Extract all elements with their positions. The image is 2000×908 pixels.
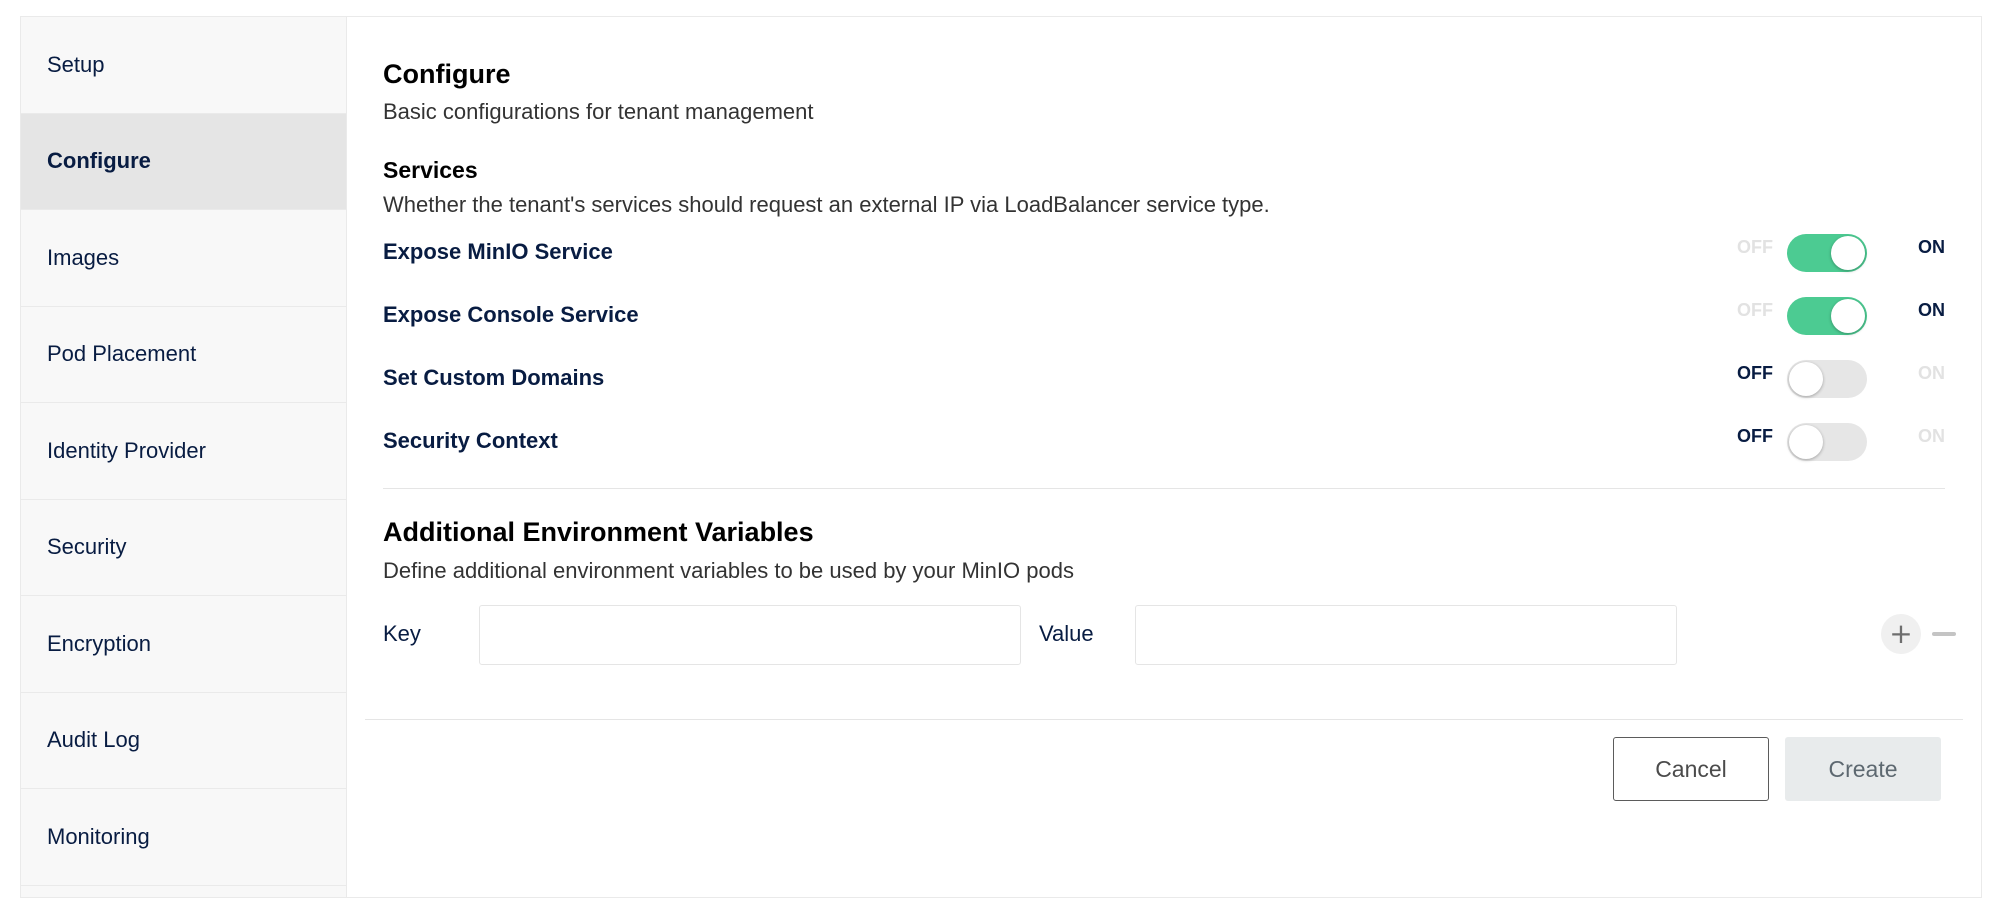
sidebar-item-label: Monitoring bbox=[47, 823, 150, 849]
toggle-on-label: ON bbox=[1918, 300, 1945, 320]
env-key-input[interactable] bbox=[479, 605, 1021, 665]
switch-knob bbox=[1831, 299, 1865, 333]
wizard-content: Configure Basic configurations for tenan… bbox=[347, 17, 1981, 897]
footer-divider bbox=[365, 719, 1963, 720]
sidebar-item-encryption[interactable]: Encryption bbox=[21, 596, 346, 693]
sidebar-item-audit-log[interactable]: Audit Log bbox=[21, 692, 346, 789]
switch-knob bbox=[1789, 425, 1823, 459]
expose-minio-switch[interactable] bbox=[1787, 234, 1867, 272]
toggle-on-label: ON bbox=[1918, 363, 1945, 383]
toggle-off-label: OFF bbox=[1737, 363, 1773, 383]
section-divider bbox=[383, 488, 1945, 489]
env-vars-title: Additional Environment Variables bbox=[383, 517, 814, 547]
env-value-input[interactable] bbox=[1135, 605, 1677, 665]
switch-knob bbox=[1789, 362, 1823, 396]
minus-icon bbox=[1932, 632, 1956, 636]
wizard-sidebar: Setup Configure Images Pod Placement Ide… bbox=[21, 17, 347, 897]
sidebar-filler bbox=[21, 885, 346, 897]
sidebar-item-label: Configure bbox=[47, 148, 151, 174]
env-vars-description: Define additional environment variables … bbox=[383, 558, 1074, 583]
toggle-label: Expose Console Service bbox=[383, 302, 639, 327]
sidebar-item-identity-provider[interactable]: Identity Provider bbox=[21, 403, 346, 500]
sidebar-item-pod-placement[interactable]: Pod Placement bbox=[21, 306, 346, 403]
page-description: Basic configurations for tenant manageme… bbox=[383, 99, 814, 124]
toggle-label: Security Context bbox=[383, 428, 558, 453]
toggle-off-label: OFF bbox=[1737, 300, 1773, 320]
sidebar-item-security[interactable]: Security bbox=[21, 499, 346, 596]
expose-console-switch[interactable] bbox=[1787, 297, 1867, 335]
key-label: Key bbox=[383, 621, 421, 646]
sidebar-item-label: Encryption bbox=[47, 630, 151, 656]
toggle-row-security-context: Security Context OFF ON bbox=[383, 420, 1945, 464]
toggle-on-label: ON bbox=[1918, 426, 1945, 446]
sidebar-item-label: Identity Provider bbox=[47, 437, 206, 463]
sidebar-item-setup[interactable]: Setup bbox=[21, 17, 346, 114]
tenant-wizard: Setup Configure Images Pod Placement Ide… bbox=[20, 16, 1982, 898]
sidebar-item-label: Security bbox=[47, 534, 127, 560]
cancel-button[interactable]: Cancel bbox=[1613, 737, 1769, 801]
services-description: Whether the tenant's services should req… bbox=[383, 192, 1270, 217]
sidebar-item-monitoring[interactable]: Monitoring bbox=[21, 789, 346, 886]
custom-domains-toggle: OFF ON bbox=[1737, 357, 1945, 401]
toggle-row-expose-minio: Expose MinIO Service OFF ON bbox=[383, 231, 1945, 275]
security-context-switch[interactable] bbox=[1787, 423, 1867, 461]
add-env-var-button[interactable]: + bbox=[1881, 614, 1921, 654]
create-button[interactable]: Create bbox=[1785, 737, 1941, 801]
toggle-row-expose-console: Expose Console Service OFF ON bbox=[383, 294, 1945, 338]
value-label: Value bbox=[1039, 621, 1094, 646]
expose-minio-toggle: OFF ON bbox=[1737, 231, 1945, 275]
toggle-off-label: OFF bbox=[1737, 426, 1773, 446]
expose-console-toggle: OFF ON bbox=[1737, 294, 1945, 338]
sidebar-item-configure[interactable]: Configure bbox=[21, 113, 346, 210]
services-title: Services bbox=[383, 157, 478, 183]
switch-knob bbox=[1831, 236, 1865, 270]
sidebar-item-label: Setup bbox=[47, 51, 105, 77]
toggle-label: Expose MinIO Service bbox=[383, 239, 613, 264]
sidebar-item-images[interactable]: Images bbox=[21, 210, 346, 307]
custom-domains-switch[interactable] bbox=[1787, 360, 1867, 398]
sidebar-item-label: Images bbox=[47, 244, 120, 270]
remove-env-var-button[interactable] bbox=[1927, 624, 1961, 644]
sidebar-item-label: Audit Log bbox=[47, 727, 140, 753]
page-title: Configure bbox=[383, 59, 511, 89]
plus-icon: + bbox=[1889, 617, 1913, 650]
sidebar-item-label: Pod Placement bbox=[47, 341, 197, 367]
security-context-toggle: OFF ON bbox=[1737, 420, 1945, 464]
toggle-label: Set Custom Domains bbox=[383, 365, 605, 390]
toggle-on-label: ON bbox=[1918, 237, 1945, 257]
toggle-off-label: OFF bbox=[1737, 237, 1773, 257]
toggle-row-custom-domains: Set Custom Domains OFF ON bbox=[383, 357, 1945, 401]
